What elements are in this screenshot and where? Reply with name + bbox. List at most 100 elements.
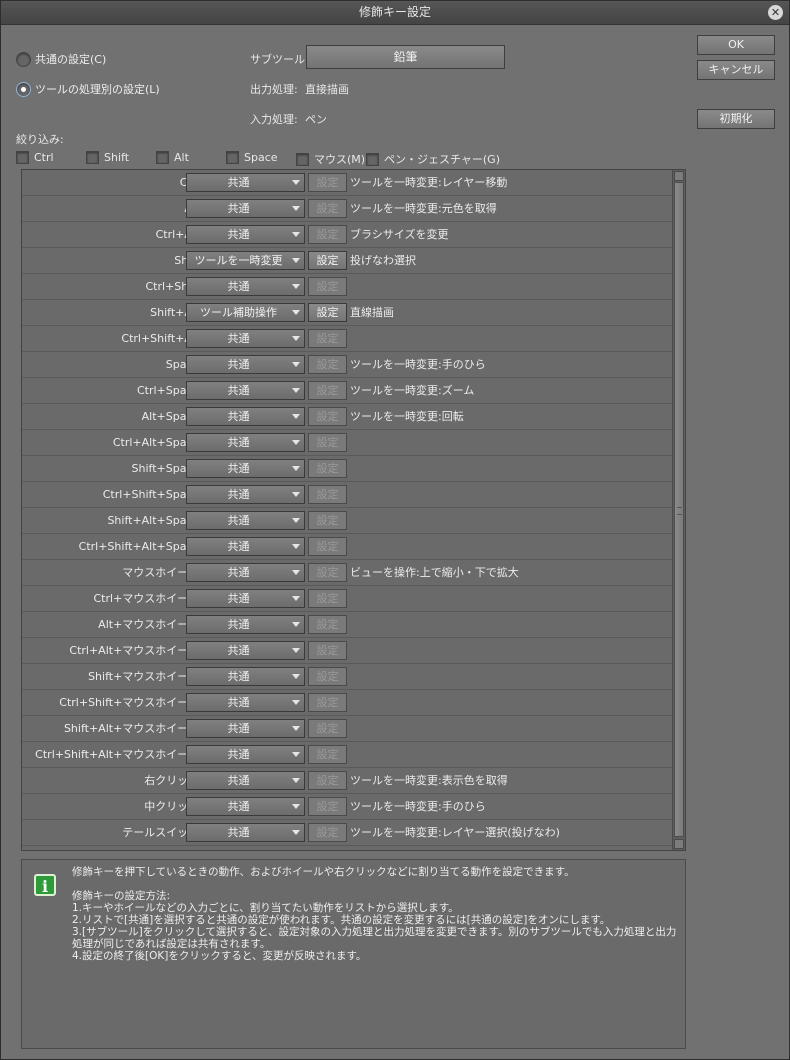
action-type-select[interactable]: ツール補助操作 bbox=[186, 303, 305, 322]
setting-button[interactable]: 設定 bbox=[308, 251, 347, 270]
table-row: テールスイッチ: 共通 設定 ツールを一時変更:レイヤー選択(投げなわ) bbox=[22, 820, 673, 846]
modifier-key-label: Ctrl+Alt+マウスホイール: bbox=[69, 644, 203, 657]
action-type-select[interactable]: 共通 bbox=[186, 433, 305, 452]
action-type-select[interactable]: 共通 bbox=[186, 355, 305, 374]
radio-per-tool-indicator[interactable] bbox=[16, 81, 31, 97]
chevron-down-icon bbox=[292, 206, 300, 211]
action-type-value: 共通 bbox=[227, 358, 250, 371]
filter-shift[interactable]: Shift bbox=[86, 151, 129, 164]
cancel-button[interactable]: キャンセル bbox=[697, 60, 775, 80]
action-type-select[interactable]: 共通 bbox=[186, 797, 305, 816]
table-row: 右クリック: 共通 設定 ツールを一時変更:表示色を取得 bbox=[22, 768, 673, 794]
filter-alt[interactable]: Alt bbox=[156, 151, 189, 164]
chevron-down-icon bbox=[292, 726, 300, 731]
scroll-up-icon[interactable] bbox=[674, 171, 684, 181]
radio-common-settings[interactable]: 共通の設定(C) bbox=[16, 51, 106, 67]
table-row: Shift+Alt+マウスホイール: 共通 設定 bbox=[22, 716, 673, 742]
action-type-select[interactable]: 共通 bbox=[186, 511, 305, 530]
setting-button: 設定 bbox=[308, 797, 347, 816]
filter-ctrl-label: Ctrl bbox=[34, 151, 54, 164]
output-value: 直接描画 bbox=[305, 83, 349, 96]
chevron-down-icon bbox=[292, 414, 300, 419]
chevron-down-icon bbox=[292, 336, 300, 341]
action-type-select[interactable]: 共通 bbox=[186, 823, 305, 842]
action-type-select[interactable]: 共通 bbox=[186, 771, 305, 790]
action-type-value: 共通 bbox=[227, 722, 250, 735]
action-type-select[interactable]: 共通 bbox=[186, 485, 305, 504]
reset-button[interactable]: 初期化 bbox=[697, 109, 775, 129]
action-type-select[interactable]: 共通 bbox=[186, 173, 305, 192]
action-type-select[interactable]: 共通 bbox=[186, 615, 305, 634]
action-type-select[interactable]: 共通 bbox=[186, 745, 305, 764]
action-type-select[interactable]: 共通 bbox=[186, 693, 305, 712]
action-type-select[interactable]: 共通 bbox=[186, 641, 305, 660]
assigned-action: ブラシサイズを変更 bbox=[350, 228, 449, 241]
action-type-value: 共通 bbox=[227, 592, 250, 605]
action-type-select[interactable]: 共通 bbox=[186, 199, 305, 218]
filter-pen-gesture[interactable]: ペン・ジェスチャー(G) bbox=[366, 151, 500, 167]
list-scrollbar[interactable] bbox=[672, 170, 685, 850]
radio-common-indicator[interactable] bbox=[16, 51, 31, 67]
subtool-button[interactable]: 鉛筆 bbox=[306, 45, 505, 69]
action-type-value: 共通 bbox=[227, 462, 250, 475]
chevron-down-icon bbox=[292, 648, 300, 653]
action-type-select[interactable]: 共通 bbox=[186, 719, 305, 738]
filter-space-checkbox[interactable] bbox=[226, 151, 239, 164]
chevron-down-icon bbox=[292, 830, 300, 835]
action-type-select[interactable]: 共通 bbox=[186, 563, 305, 582]
close-icon[interactable]: ✕ bbox=[768, 5, 783, 20]
action-type-select[interactable]: 共通 bbox=[186, 537, 305, 556]
table-row: Shift+Alt: ツール補助操作 設定 直線描画 bbox=[22, 300, 673, 326]
assigned-action: ツールを一時変更:手のひら bbox=[350, 358, 486, 371]
modifier-key-list: Ctrl:共通設定ツールを一時変更:レイヤー移動Alt:共通設定ツールを一時変更… bbox=[21, 169, 686, 851]
action-type-value: 共通 bbox=[227, 618, 250, 631]
radio-common-label: 共通の設定(C) bbox=[35, 53, 107, 66]
filter-shift-checkbox[interactable] bbox=[86, 151, 99, 164]
action-type-select[interactable]: 共通 bbox=[186, 329, 305, 348]
table-row: Shift+マウスホイール: 共通 設定 bbox=[22, 664, 673, 690]
ok-button[interactable]: OK bbox=[697, 35, 775, 55]
table-row: Shift+Space: 共通 設定 bbox=[22, 456, 673, 482]
setting-button: 設定 bbox=[308, 433, 347, 452]
assigned-action: 直線描画 bbox=[350, 306, 394, 319]
action-type-select[interactable]: 共通 bbox=[186, 277, 305, 296]
modifier-key-label: Shift+Alt+マウスホイール: bbox=[63, 722, 203, 735]
radio-per-tool-settings[interactable]: ツールの処理別の設定(L) bbox=[16, 81, 160, 97]
setting-button: 設定 bbox=[308, 199, 347, 218]
action-type-select[interactable]: 共通 bbox=[186, 407, 305, 426]
table-row: Ctrl+Shift+Alt+Space: 共通 設定 bbox=[22, 534, 673, 560]
action-type-value: 共通 bbox=[227, 228, 250, 241]
action-type-select[interactable]: ツールを一時変更 bbox=[186, 251, 305, 270]
action-type-value: 共通 bbox=[227, 332, 250, 345]
action-type-value: 共通 bbox=[227, 280, 250, 293]
filter-alt-checkbox[interactable] bbox=[156, 151, 169, 164]
help-line bbox=[72, 878, 677, 890]
table-row: Shift+Alt+Space: 共通 設定 bbox=[22, 508, 673, 534]
action-type-select[interactable]: 共通 bbox=[186, 381, 305, 400]
filter-pen-gesture-checkbox[interactable] bbox=[366, 152, 379, 166]
action-type-value: 共通 bbox=[227, 436, 250, 449]
filter-ctrl-checkbox[interactable] bbox=[16, 151, 29, 164]
info-icon: i bbox=[34, 874, 56, 896]
setting-button[interactable]: 設定 bbox=[308, 303, 347, 322]
action-type-value: 共通 bbox=[227, 410, 250, 423]
action-type-select[interactable]: 共通 bbox=[186, 225, 305, 244]
scroll-thumb[interactable] bbox=[674, 182, 684, 837]
action-type-select[interactable]: 共通 bbox=[186, 589, 305, 608]
setting-button: 設定 bbox=[308, 641, 347, 660]
filter-mouse-checkbox[interactable] bbox=[296, 152, 309, 166]
grip-icon bbox=[677, 507, 682, 515]
filter-space[interactable]: Space bbox=[226, 151, 278, 164]
table-row: Ctrl+Shift+Alt: 共通 設定 bbox=[22, 326, 673, 352]
action-type-select[interactable]: 共通 bbox=[186, 667, 305, 686]
scroll-down-icon[interactable] bbox=[674, 839, 684, 849]
setting-button: 設定 bbox=[308, 719, 347, 738]
chevron-down-icon bbox=[292, 362, 300, 367]
action-type-value: ツールを一時変更 bbox=[194, 254, 283, 267]
action-type-select[interactable]: 共通 bbox=[186, 459, 305, 478]
chevron-down-icon bbox=[292, 700, 300, 705]
chevron-down-icon bbox=[292, 232, 300, 237]
filter-mouse[interactable]: マウス(M) bbox=[296, 151, 365, 167]
filter-ctrl[interactable]: Ctrl bbox=[16, 151, 54, 164]
table-row: Ctrl+Shift+Alt+マウスホイール: 共通 設定 bbox=[22, 742, 673, 768]
